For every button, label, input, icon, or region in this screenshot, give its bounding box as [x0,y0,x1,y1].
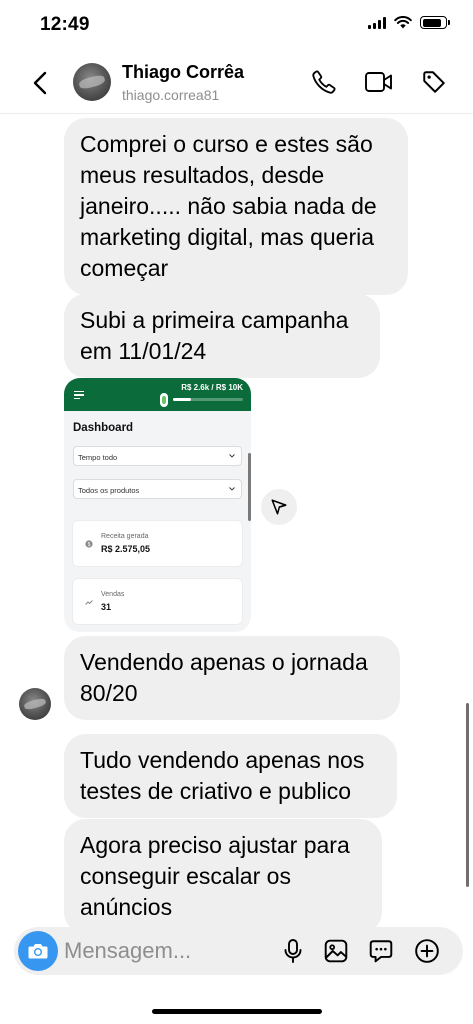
gallery-button[interactable] [320,935,352,967]
svg-text:$: $ [88,542,91,548]
battery-icon [420,16,450,29]
message-text: Agora preciso ajustar para conseguir esc… [80,832,350,920]
message-text: Vendendo apenas o jornada 80/20 [80,649,368,706]
back-chevron-icon [33,71,47,95]
message-bubble[interactable]: Tudo vendendo apenas nos testes de criat… [64,734,397,818]
period-select: Tempo todo [73,446,242,466]
image-gallery-icon [324,939,348,963]
message-text: Tudo vendendo apenas nos testes de criat… [80,747,365,804]
chevron-down-icon [229,454,235,458]
products-select: Todos os produtos [73,479,242,499]
message-text: Comprei o curso e estes são meus resulta… [80,131,377,281]
microphone-icon [284,939,302,963]
tag-icon [423,71,445,93]
voice-message-button[interactable] [277,935,309,967]
call-button[interactable] [308,66,340,98]
video-call-button[interactable] [363,66,395,98]
share-button[interactable] [261,489,297,525]
status-time: 12:49 [40,14,90,35]
back-button[interactable] [28,68,52,98]
products-select-value: Todos os produtos [78,486,140,495]
revenue-label: Receita gerada [101,533,149,540]
camera-icon [28,944,48,959]
trend-up-icon [85,600,93,605]
chevron-down-icon [229,487,235,491]
send-icon [271,499,287,515]
contact-name[interactable]: Thiago Corrêa [122,62,244,83]
wifi-icon [394,16,412,29]
money-icon: $ [85,540,93,548]
menu-icon [74,391,84,401]
home-indicator[interactable] [152,1009,322,1014]
dashboard-goal: R$ 2.6k / R$ 10K [181,383,243,392]
plus-circle-icon [415,939,439,963]
sender-avatar[interactable] [19,688,51,720]
message-text: Subi a primeira campanha em 11/01/24 [80,307,349,364]
message-bubble[interactable]: Agora preciso ajustar para conseguir esc… [64,819,382,934]
chat-header: Thiago Corrêa thiago.correa81 [0,52,473,114]
chat-scrollbar[interactable] [466,703,469,887]
dashboard-scrollbar [248,453,251,521]
message-bubble[interactable]: Subi a primeira campanha em 11/01/24 [64,294,380,378]
status-pill-icon [160,393,168,407]
sales-value: 31 [101,602,112,612]
revenue-value: R$ 2.575,05 [101,544,151,554]
video-call-icon [365,72,392,92]
message-input[interactable] [64,938,274,964]
message-bubble[interactable]: Comprei o curso e estes são meus resulta… [64,118,408,295]
cellular-signal-icon [368,16,386,29]
message-composer [14,927,463,975]
contact-username[interactable]: thiago.correa81 [122,87,219,103]
sales-label: Vendas [101,591,125,598]
dashboard-title: Dashboard [73,422,134,434]
phone-icon [312,70,336,94]
contact-avatar[interactable] [73,63,111,101]
chat-bubble-icon [369,940,393,963]
goal-progress-bar [173,398,243,401]
dashboard-topbar: R$ 2.6k / R$ 10K [64,378,251,411]
image-message[interactable]: R$ 2.6k / R$ 10K Dashboard Tempo todo To… [64,378,251,632]
message-bubble[interactable]: Vendendo apenas o jornada 80/20 [64,636,400,720]
camera-button[interactable] [18,931,58,971]
status-bar: 12:49 [0,0,473,50]
period-select-value: Tempo todo [78,453,118,462]
sales-card: Vendas 31 [73,579,242,624]
sticker-button[interactable] [365,935,397,967]
status-icons [368,16,450,29]
add-button[interactable] [411,935,443,967]
revenue-card: $ Receita gerada R$ 2.575,05 [73,521,242,566]
tag-button[interactable] [418,66,450,98]
